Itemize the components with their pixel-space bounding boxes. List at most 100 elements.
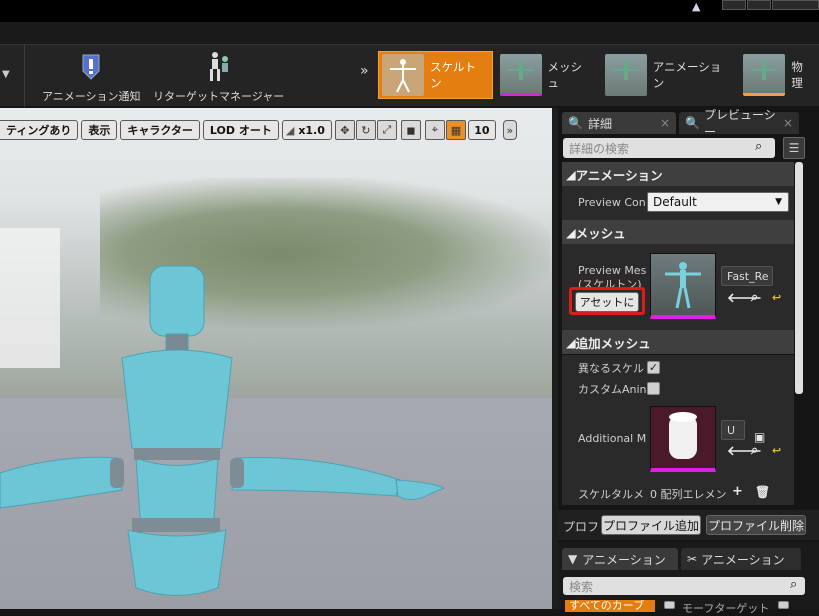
mesh-thumb [499,54,542,96]
details-scrollbar[interactable] [795,162,803,394]
toolbar-divider [24,45,25,107]
main-toolbar: ▼ アニメーション通知 リターゲットマネージャー » スケルトン メッシュ アニ… [0,44,819,107]
mode-physics[interactable]: 物理 [740,51,819,99]
add-element-icon[interactable]: + [732,484,743,499]
curves-search-input[interactable]: 検索 [563,577,805,595]
surface-snap-icon[interactable]: ⌖ [424,120,445,140]
additional-mesh-select[interactable]: U [721,420,745,440]
details-search-input[interactable]: 詳細の検索 [563,138,775,158]
preview-controller-value: Default [653,195,697,209]
section-animation-label: アニメーション [575,167,663,183]
physics-thumb [743,54,786,96]
mode-mesh-label: メッシュ [547,60,583,90]
graduation-cap-icon[interactable]: ▲ [692,0,708,13]
scale-icon[interactable]: ⤢ [376,120,397,140]
section-animation[interactable]: ◢ アニメーション [562,162,794,186]
rotate-icon[interactable]: ↻ [355,120,376,140]
reset-arrow-icon[interactable]: ↩ [772,291,781,304]
mesh-asset-select[interactable]: Fast_Re [721,266,773,286]
tab-anim-2[interactable]: ✂ アニメーション [681,548,801,570]
show-button[interactable]: 表示 [81,120,118,140]
lod-button[interactable]: LOD オート [202,120,279,140]
skeletal-mesh-label: スケルタルメ [578,488,644,501]
retarget-label: リターゲットマネージャー [153,90,285,103]
anim-notify-icon [82,54,100,80]
speed-icon: ◢ [285,123,295,137]
trash-icon[interactable]: 🗑 [755,485,770,499]
search-icon-2: ⌕ [790,577,798,592]
filter-morph-label: モーフターゲット [682,602,770,615]
minimize-button[interactable] [722,0,746,10]
expand-arrow-icon: ◢ [566,334,576,350]
section-mesh[interactable]: ◢ メッシュ [562,220,794,244]
mesh-thumbnail[interactable] [650,253,716,319]
different-skeleton-checkbox[interactable]: ✓ [647,361,660,374]
section-mesh-label: メッシュ [575,225,626,241]
custom-anim-label: カスタムAnin [578,383,647,396]
browse-search-icon-2[interactable]: ⌕ [751,443,758,458]
more-options-icon[interactable]: » [502,120,517,140]
anim-notify-button[interactable]: アニメーション通知 [42,49,141,104]
tab-anim2-label: アニメーション [701,552,785,567]
anim-tab-icon: ▼ [568,552,578,566]
tab-preview-scene[interactable]: 🔍 プレビューシー × [679,108,799,139]
morph-checkbox[interactable] [664,601,675,609]
different-skeleton-label: 異なるスケル [578,362,644,375]
expand-arrow-icon: ◢ [566,166,576,182]
double-chevron-icon[interactable]: » [360,63,369,79]
section-additional-meshes[interactable]: ◢ 追加メッシュ [562,330,794,354]
cube-icon[interactable]: ◼ [400,120,421,140]
highlight-box [569,287,645,315]
reset-arrow-icon-2[interactable]: ↩ [772,444,781,457]
save-icon[interactable]: ▣ [754,430,765,444]
array-elements-count: 0 配列エレメン [650,488,727,501]
details-tabs: 🔍 詳細 × 🔍 プレビューシー × [562,108,802,139]
character-button[interactable]: キャラクター [120,120,200,140]
close-tab-icon[interactable]: × [783,116,793,130]
curves-tabs: ▼ アニメーション ✂ アニメーション [562,546,804,570]
tab-anim-curves[interactable]: ▼ アニメーション [562,548,678,570]
speed-button[interactable]: ◢ x1.0 [281,120,332,140]
menu-bar [0,22,819,44]
dropdown-arrow-icon: ▼ [775,197,782,207]
tab-details[interactable]: 🔍 詳細 × [562,112,676,134]
animation-thumb [604,54,647,96]
translate-icon[interactable]: ✥ [334,120,355,140]
view-options-icon[interactable]: ☰ [783,137,805,159]
grid-snap-icon[interactable]: ▦ [445,120,466,140]
preview-controller-select[interactable]: Default ▼ [647,192,789,212]
chevron-down-icon[interactable]: ▼ [2,69,10,80]
additional-mesh-thumbnail[interactable] [650,406,716,472]
preview-controller-label: Preview Con [578,196,646,209]
mode-skeleton[interactable]: スケルトン [378,51,493,99]
expand-arrow-icon: ◢ [566,224,576,240]
anim-notify-label: アニメーション通知 [42,90,141,103]
close-window-button[interactable] [772,0,819,10]
extra-checkbox[interactable] [778,601,789,609]
remove-profile-button[interactable]: プロファイル削除 [706,515,806,535]
cylinder-icon [669,412,697,459]
mannequin-model [0,265,446,596]
section-additional-label: 追加メッシュ [575,335,651,351]
lighting-button[interactable]: ティングあり [0,120,79,140]
mode-skeleton-label: スケルトン [430,60,476,90]
retarget-icon [209,52,228,81]
add-profile-button[interactable]: プロファイル追加 [601,515,701,535]
search-icon: ⌕ [755,139,763,154]
mode-animation-label: アニメーション [652,60,722,90]
mannequin-thumb-icon [665,262,701,309]
filter-all-curves[interactable]: すべてのカーブ [565,600,655,612]
close-tab-icon[interactable]: × [660,116,670,130]
browse-search-icon[interactable]: ⌕ [751,290,758,305]
additional-mesh-label: Additional M [578,432,647,445]
viewport-toolbar: ティングあり 表示 キャラクター LOD オート ◢ x1.0 ✥ ↻ ⤢ ◼ ⌖… [0,118,552,142]
grid-size-value[interactable]: 10 [467,120,496,140]
maximize-button[interactable] [747,0,771,10]
tab-preview-label: プレビューシー [703,108,776,139]
mode-mesh[interactable]: メッシュ [497,51,598,99]
viewport[interactable] [0,108,552,609]
retarget-manager-button[interactable]: リターゲットマネージャー [153,49,284,104]
mode-animation[interactable]: アニメーション [602,51,737,99]
custom-anim-checkbox[interactable] [647,382,660,395]
speed-label: x1.0 [298,123,325,137]
